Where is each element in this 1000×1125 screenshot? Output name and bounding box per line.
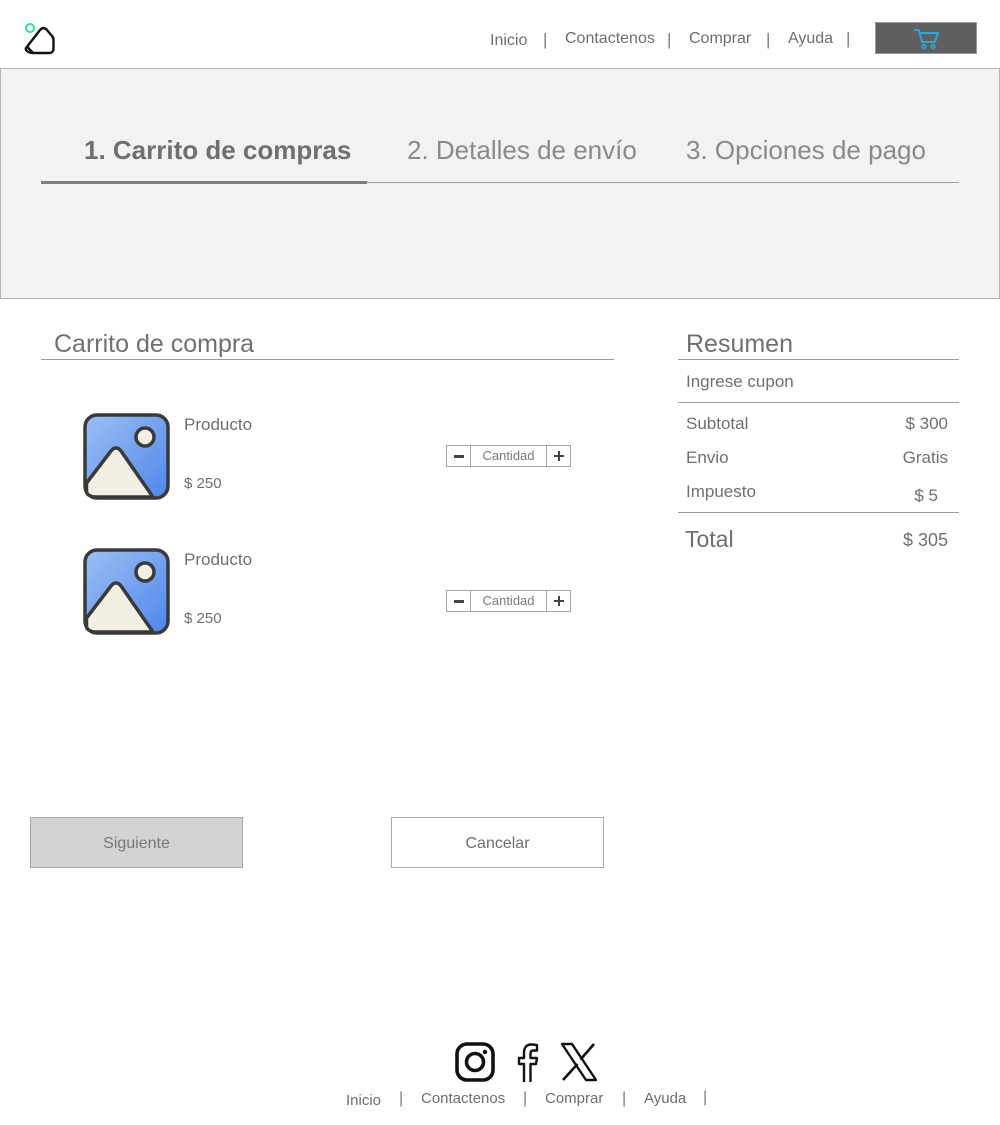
product-name: Producto: [184, 415, 253, 434]
cart-title-divider: [41, 359, 614, 360]
x-icon[interactable]: [557, 1040, 601, 1084]
cart-button[interactable]: [875, 22, 977, 54]
footer-nav-item-contactenos[interactable]: Contactenos: [421, 1090, 505, 1107]
decrease-quantity-button[interactable]: [447, 591, 471, 611]
summary-total-label: Total: [685, 526, 734, 552]
increase-quantity-button[interactable]: [546, 591, 570, 611]
summary-subtotal-label: Subtotal: [686, 414, 749, 433]
cart-product-item: Producto $ 250 Cantidad: [83, 413, 583, 505]
image-placeholder-icon[interactable]: [83, 413, 171, 501]
decrease-quantity-button[interactable]: [447, 446, 471, 466]
nav-item-comprar[interactable]: Comprar: [689, 30, 751, 48]
product-price: $ 250: [184, 475, 222, 492]
step-carrito-de-compras[interactable]: 1. Carrito de compras: [84, 135, 351, 166]
summary-title: Resumen: [686, 330, 793, 358]
summary-tax-value: $ 5: [914, 486, 938, 505]
instagram-icon[interactable]: [453, 1040, 497, 1084]
next-button[interactable]: Siguiente: [30, 817, 243, 868]
summary-divider: [678, 359, 959, 360]
quantity-stepper: Cantidad: [446, 590, 571, 612]
active-step-indicator: [41, 181, 367, 184]
product-name: Producto: [184, 550, 253, 569]
cancel-button[interactable]: Cancelar: [391, 817, 604, 868]
summary-total-value: $ 305: [902, 530, 948, 550]
summary-shipping-value: Gratis: [902, 448, 948, 467]
footer-nav-item-comprar[interactable]: Comprar: [545, 1090, 603, 1107]
shopping-cart-icon: [914, 29, 939, 50]
quantity-input[interactable]: Cantidad: [471, 593, 546, 608]
image-placeholder-icon[interactable]: [83, 548, 171, 636]
checkout-steps-banner: 1. Carrito de compras 2. Detalles de env…: [0, 68, 1000, 299]
site-header: Inicio | Contactenos | Comprar | Ayuda |: [0, 0, 1000, 69]
increase-quantity-button[interactable]: [546, 446, 570, 466]
footer-navigation: Inicio | Contactenos | Comprar | Ayuda |: [0, 1089, 1000, 1114]
nav-item-ayuda[interactable]: Ayuda: [788, 30, 833, 48]
summary-tax-label: Impuesto: [686, 482, 756, 501]
footer-nav-separator: |: [399, 1090, 404, 1107]
summary-divider: [678, 512, 959, 513]
facebook-icon[interactable]: [506, 1040, 550, 1084]
nav-separator: |: [543, 30, 548, 49]
nav-separator: |: [766, 30, 771, 49]
quantity-input[interactable]: Cantidad: [471, 448, 546, 463]
step-detalles-de-envio[interactable]: 2. Detalles de envío: [407, 135, 637, 166]
summary-shipping-label: Envio: [686, 448, 729, 467]
footer-nav-item-inicio[interactable]: Inicio: [346, 1092, 381, 1109]
footer-nav-separator: |: [523, 1090, 528, 1107]
footer-nav-separator: |: [703, 1089, 708, 1106]
nav-separator: |: [667, 30, 672, 49]
coupon-input[interactable]: Ingrese cupon: [686, 372, 794, 392]
cart-product-item: Producto $ 250 Cantidad: [83, 548, 583, 640]
summary-divider: [678, 402, 959, 403]
nav-separator: |: [846, 29, 851, 48]
product-price: $ 250: [184, 610, 222, 627]
step-opciones-de-pago[interactable]: 3. Opciones de pago: [686, 135, 926, 166]
footer-nav-separator: |: [622, 1090, 627, 1107]
cart-title: Carrito de compra: [54, 330, 255, 358]
footer-nav-item-ayuda[interactable]: Ayuda: [644, 1090, 686, 1107]
summary-subtotal-value: $ 300: [905, 414, 948, 433]
quantity-stepper: Cantidad: [446, 445, 571, 467]
top-navigation: Inicio | Contactenos | Comprar | Ayuda |: [0, 28, 1000, 52]
nav-item-contactenos[interactable]: Contactenos: [565, 30, 655, 48]
nav-item-inicio[interactable]: Inicio: [490, 32, 527, 50]
